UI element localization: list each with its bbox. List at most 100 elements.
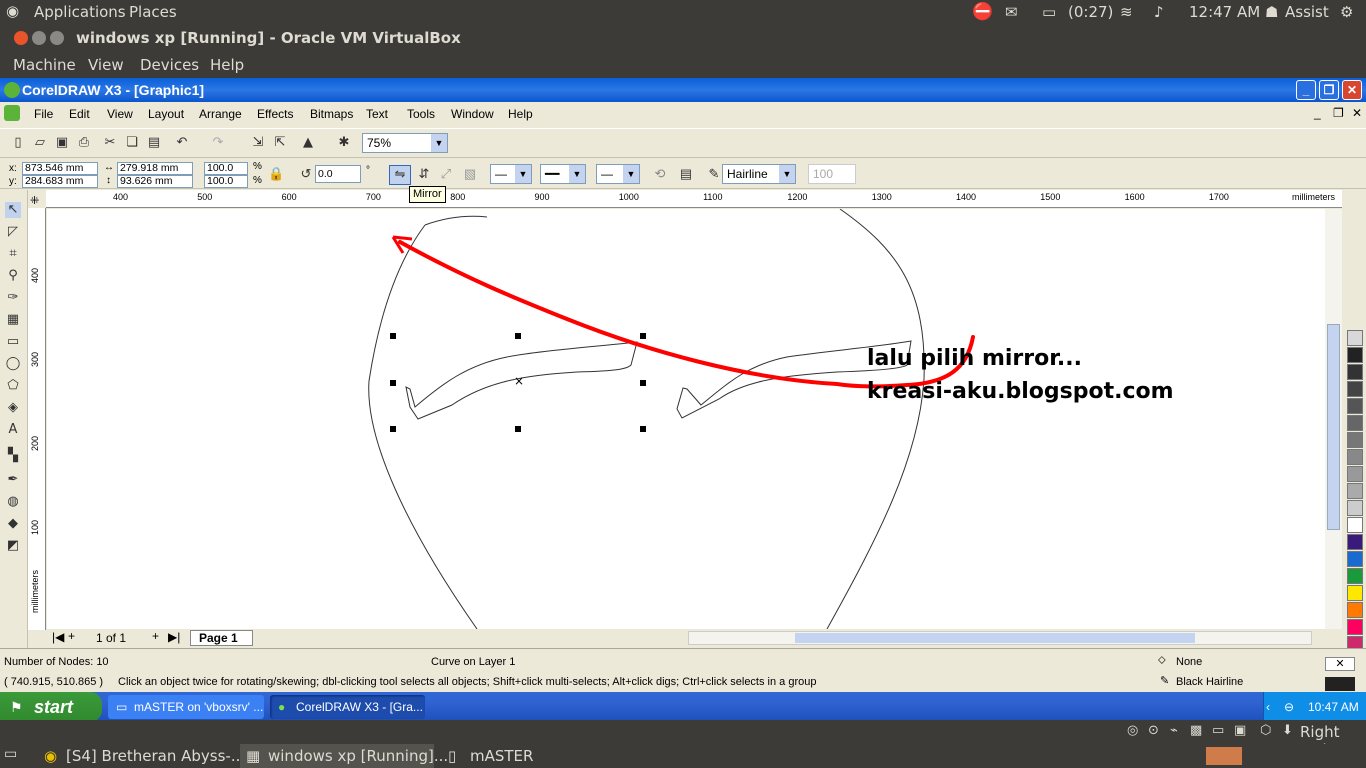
polygon-tool[interactable]: ⬠: [5, 378, 21, 394]
zoom-select[interactable]: 75% ▼: [362, 133, 448, 153]
minimize-window-button[interactable]: [32, 31, 46, 45]
ellipse-tool[interactable]: ◯: [5, 356, 21, 372]
vertical-ruler[interactable]: 400 300 200 100 millimeters: [28, 208, 46, 630]
horizontal-scroll-thumb[interactable]: [795, 633, 1195, 643]
close-curve-icon[interactable]: ⟲: [652, 166, 668, 182]
launcher-icon[interactable]: ▲: [300, 135, 316, 151]
mirror-vertical-button[interactable]: ⇵: [416, 166, 432, 182]
paste-icon[interactable]: ▤: [146, 135, 162, 151]
palette-swatch[interactable]: [1347, 381, 1363, 397]
eyedropper-tool[interactable]: ✒: [5, 472, 21, 488]
volume-icon[interactable]: ♪: [1154, 3, 1164, 21]
vbox-menu-machine[interactable]: Machine: [13, 56, 76, 74]
menu-tools[interactable]: Tools: [407, 107, 435, 121]
capture-icon[interactable]: ▣: [1234, 723, 1246, 738]
shared-folder-icon[interactable]: ▭: [1212, 723, 1224, 738]
chevron-down-icon[interactable]: ▼: [779, 165, 795, 183]
rotation-angle-field[interactable]: 0.0: [315, 165, 361, 183]
menu-view[interactable]: View: [107, 107, 133, 121]
gear-icon[interactable]: ⚙: [1340, 3, 1353, 21]
horizontal-scrollbar[interactable]: [688, 631, 1312, 645]
new-icon[interactable]: ▯: [10, 135, 26, 151]
copy-icon[interactable]: ❏: [124, 135, 140, 151]
doc-restore-icon[interactable]: ❐: [1333, 106, 1344, 120]
palette-swatch[interactable]: [1347, 364, 1363, 380]
print-icon[interactable]: ⎙: [76, 135, 92, 151]
redo-icon[interactable]: ↷: [210, 135, 226, 151]
battery-icon[interactable]: ▭: [1042, 3, 1056, 21]
selection-handle[interactable]: [640, 333, 646, 339]
menu-arrange[interactable]: Arrange: [199, 107, 242, 121]
palette-swatch[interactable]: [1347, 483, 1363, 499]
palette-swatch[interactable]: [1347, 619, 1363, 635]
selection-handle[interactable]: [640, 380, 646, 386]
bottom-task-vbox[interactable]: windows xp [Running]...: [240, 744, 448, 768]
vertical-scrollbar[interactable]: [1325, 209, 1342, 629]
bottom-task-folder[interactable]: mASTER: [442, 744, 582, 768]
vbox-menu-view[interactable]: View: [88, 56, 124, 74]
open-icon[interactable]: ▱: [32, 135, 48, 151]
first-page-icon[interactable]: |◀: [52, 630, 64, 644]
chevron-down-icon[interactable]: ▼: [623, 165, 639, 183]
selection-handle[interactable]: [515, 426, 521, 432]
selection-handle[interactable]: [640, 426, 646, 432]
horizontal-ruler[interactable]: 400 500 600 700 800 900 1000 1100 1200 1300 1400 15…: [46, 190, 1342, 208]
palette-swatch[interactable]: [1347, 602, 1363, 618]
y-position-field[interactable]: 284.683 mm: [22, 175, 98, 188]
basic-shapes-tool[interactable]: ◈: [5, 400, 21, 416]
lock-ratio-icon[interactable]: 🔒: [268, 166, 284, 182]
face-outline-top[interactable]: [424, 215, 488, 226]
selection-handle[interactable]: [390, 426, 396, 432]
palette-swatch[interactable]: [1347, 500, 1363, 516]
rectangle-tool[interactable]: ▭: [5, 334, 21, 350]
doc-close-icon[interactable]: ✕: [1352, 106, 1362, 120]
cut-icon[interactable]: ✂: [102, 135, 118, 151]
ruler-origin-icon[interactable]: ⁜: [30, 194, 39, 207]
interactive-blend-tool[interactable]: ▚: [5, 448, 21, 464]
outline-width-select[interactable]: Hairline ▼: [722, 164, 796, 184]
stretch-field[interactable]: 100: [808, 164, 856, 184]
cd-close-button[interactable]: ✕: [1342, 80, 1362, 100]
x-position-field[interactable]: 873.546 mm: [22, 162, 98, 175]
welcome-icon[interactable]: ✱: [336, 135, 352, 151]
task-master-folder[interactable]: mASTER on 'vboxsrv' ...: [108, 695, 264, 719]
drawing-canvas[interactable]: × lalu pilih mirror... kreasi-aku.blogsp…: [47, 209, 1325, 629]
height-field[interactable]: 93.626 mm: [117, 175, 193, 188]
start-arrow-select[interactable]: — ▼: [490, 164, 532, 184]
top-clock[interactable]: 12:47 AM: [1189, 3, 1260, 21]
palette-swatch[interactable]: [1347, 330, 1363, 346]
maximize-window-button[interactable]: [50, 31, 64, 45]
menu-edit[interactable]: Edit: [69, 107, 90, 121]
menu-layout[interactable]: Layout: [148, 107, 184, 121]
selection-center-icon[interactable]: ×: [514, 374, 524, 388]
user-name[interactable]: Assist: [1285, 3, 1329, 21]
palette-swatch[interactable]: [1347, 449, 1363, 465]
menu-text[interactable]: Text: [366, 107, 388, 121]
bottom-task-chrome[interactable]: [S4] Bretheran Abyss-...: [38, 744, 245, 768]
vertical-scroll-thumb[interactable]: [1327, 324, 1340, 530]
outline-color-swatch[interactable]: [1325, 677, 1355, 691]
network-icon[interactable]: ▩: [1190, 723, 1202, 738]
no-entry-icon[interactable]: ⛔: [972, 2, 993, 22]
doc-minimize-icon[interactable]: _: [1314, 106, 1321, 120]
chevron-down-icon[interactable]: ▼: [569, 165, 585, 183]
scale-x-field[interactable]: 100.0: [204, 162, 248, 175]
shape-tool[interactable]: ◸: [5, 224, 21, 240]
xp-clock[interactable]: 10:47 AM: [1308, 692, 1359, 720]
menu-effects[interactable]: Effects: [257, 107, 293, 121]
selection-handle[interactable]: [515, 333, 521, 339]
add-page-before-icon[interactable]: +: [68, 629, 75, 643]
face-outline-left[interactable]: [368, 224, 478, 629]
mail-icon[interactable]: ✉: [1005, 3, 1018, 21]
undo-icon[interactable]: ↶: [174, 135, 190, 151]
palette-swatch[interactable]: [1347, 415, 1363, 431]
workspace-switcher[interactable]: [1206, 747, 1242, 765]
import-icon[interactable]: ⇲: [250, 135, 266, 151]
tray-expand-icon[interactable]: ‹: [1266, 692, 1270, 720]
fill-status[interactable]: None: [1176, 656, 1202, 668]
cd-restore-button[interactable]: ❐: [1319, 80, 1339, 100]
ubuntu-logo-icon[interactable]: ◉: [6, 2, 19, 20]
selection-handle[interactable]: [390, 333, 396, 339]
places-menu[interactable]: Places: [129, 3, 177, 21]
show-desktop-icon[interactable]: ▭: [4, 746, 17, 762]
